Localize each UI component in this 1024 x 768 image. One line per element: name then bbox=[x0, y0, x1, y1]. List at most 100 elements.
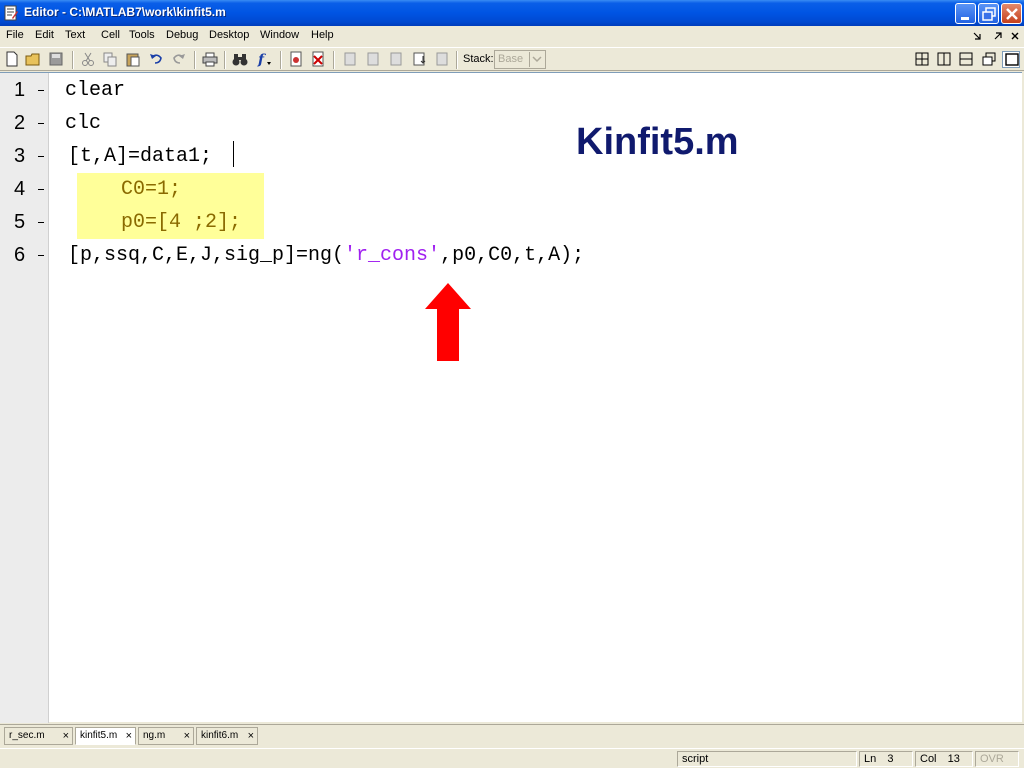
breakpoint-marker[interactable] bbox=[38, 90, 44, 91]
tab-kinfit5[interactable]: kinfit5.m × bbox=[75, 727, 136, 745]
line-number: 5 bbox=[14, 211, 26, 233]
menu-help[interactable]: Help bbox=[311, 29, 334, 41]
status-mode: script bbox=[677, 751, 857, 767]
menu-window[interactable]: Window bbox=[260, 29, 299, 41]
close-icon bbox=[1006, 8, 1018, 20]
breakpoint-marker[interactable] bbox=[38, 123, 44, 124]
copy-icon bbox=[103, 52, 117, 67]
status-column-value: 13 bbox=[947, 753, 960, 765]
status-line-label: Ln bbox=[864, 753, 877, 765]
paste-button[interactable] bbox=[124, 51, 142, 68]
menu-file[interactable]: File bbox=[6, 29, 24, 41]
step-in-button[interactable] bbox=[364, 51, 382, 68]
close-tab-icon[interactable]: × bbox=[63, 730, 69, 742]
status-mode-text: script bbox=[682, 753, 709, 765]
close-tab-icon[interactable]: × bbox=[248, 730, 254, 742]
breakpoint-marker[interactable] bbox=[38, 189, 44, 190]
tile-vertical-icon bbox=[937, 52, 951, 66]
close-document-icon[interactable] bbox=[1010, 31, 1020, 41]
line-number: 2 bbox=[14, 112, 26, 134]
step-in-icon bbox=[367, 52, 379, 66]
maximize-document-button[interactable] bbox=[1002, 51, 1020, 68]
close-tab-icon[interactable]: × bbox=[184, 730, 190, 742]
function-button[interactable]: f bbox=[255, 51, 273, 68]
status-column-label: Col bbox=[920, 753, 937, 765]
clear-breakpoints-button[interactable] bbox=[309, 51, 327, 68]
toolbar-separator bbox=[280, 51, 282, 69]
step-button[interactable] bbox=[341, 51, 359, 68]
copy-button[interactable] bbox=[101, 51, 119, 68]
text-caret bbox=[233, 141, 234, 167]
new-file-button[interactable] bbox=[3, 51, 21, 68]
printer-icon bbox=[202, 52, 218, 67]
save-button[interactable] bbox=[47, 51, 65, 68]
undo-button[interactable] bbox=[147, 51, 165, 68]
open-file-button[interactable] bbox=[24, 51, 42, 68]
code-line-5[interactable]: p0=[4 ;2]; bbox=[121, 211, 241, 234]
tile-grid-button[interactable] bbox=[913, 51, 931, 68]
set-breakpoint-button[interactable] bbox=[287, 51, 305, 68]
menu-cell[interactable]: Cell bbox=[101, 29, 120, 41]
stack-select-value: Base bbox=[498, 53, 524, 65]
exit-debug-icon bbox=[436, 52, 448, 66]
breakpoint-marker[interactable] bbox=[38, 255, 44, 256]
editor-pane[interactable]: 1 2 3 4 5 6 clear clc [t,A]=data1; C0=1;… bbox=[0, 72, 1022, 723]
cut-button[interactable] bbox=[79, 51, 97, 68]
line-number: 1 bbox=[14, 79, 26, 101]
code-line-6[interactable]: [p,ssq,C,E,J,sig_p]=ng('r_cons',p0,C0,t,… bbox=[68, 244, 584, 267]
code-line-4[interactable]: C0=1; bbox=[121, 178, 181, 201]
tab-label: kinfit5.m bbox=[80, 730, 118, 741]
status-overwrite: OVR bbox=[975, 751, 1019, 767]
title-bar: Editor - C:\MATLAB7\work\kinfit5.m bbox=[0, 0, 1024, 26]
status-ovr-text: OVR bbox=[980, 753, 1004, 765]
line-number-gutter: 1 2 3 4 5 6 bbox=[0, 73, 49, 723]
breakpoint-marker[interactable] bbox=[38, 156, 44, 157]
stack-label: Stack: bbox=[463, 53, 494, 65]
breakpoint-marker[interactable] bbox=[38, 222, 44, 223]
minimize-icon bbox=[961, 17, 969, 20]
step-out-button[interactable] bbox=[387, 51, 405, 68]
find-button[interactable] bbox=[231, 51, 249, 68]
code-line-6-call: [p,ssq,C,E,J,sig_p]=ng( bbox=[68, 244, 345, 267]
print-button[interactable] bbox=[201, 51, 219, 68]
dock-arrow-icon[interactable] bbox=[993, 31, 1003, 41]
toolbar-separator bbox=[72, 51, 74, 69]
status-line: Ln 3 bbox=[859, 751, 913, 767]
tab-kinfit6[interactable]: kinfit6.m × bbox=[196, 727, 258, 745]
toolbar-separator bbox=[194, 51, 196, 69]
save-disk-icon bbox=[49, 52, 63, 66]
menu-text[interactable]: Text bbox=[65, 29, 85, 41]
restore-button[interactable] bbox=[978, 3, 999, 24]
float-window-button[interactable] bbox=[980, 51, 998, 68]
redo-button[interactable] bbox=[170, 51, 188, 68]
step-icon bbox=[344, 52, 356, 66]
tab-r-sec[interactable]: r_sec.m × bbox=[4, 727, 73, 745]
tile-vertical-button[interactable] bbox=[935, 51, 953, 68]
tab-label: ng.m bbox=[143, 730, 166, 741]
menu-desktop[interactable]: Desktop bbox=[209, 29, 249, 41]
tab-label: r_sec.m bbox=[9, 730, 45, 741]
undock-arrow-icon[interactable] bbox=[972, 31, 982, 41]
code-line-2[interactable]: clc bbox=[65, 112, 101, 135]
open-folder-icon bbox=[25, 53, 40, 66]
code-line-1[interactable]: clear bbox=[65, 79, 125, 102]
window-title: Editor - C:\MATLAB7\work\kinfit5.m bbox=[24, 5, 226, 19]
tile-grid-icon bbox=[915, 52, 929, 66]
close-tab-icon[interactable]: × bbox=[126, 730, 132, 742]
exit-debug-button[interactable] bbox=[433, 51, 451, 68]
continue-button[interactable] bbox=[410, 51, 428, 68]
menu-debug[interactable]: Debug bbox=[166, 29, 198, 41]
restore-icon bbox=[982, 7, 996, 21]
step-out-icon bbox=[390, 52, 402, 66]
clear-breakpoints-icon bbox=[312, 51, 324, 67]
minimize-button[interactable] bbox=[955, 3, 976, 24]
undo-icon bbox=[150, 54, 162, 64]
code-line-3[interactable]: [t,A]=data1; bbox=[68, 145, 212, 168]
stack-select[interactable]: Base bbox=[494, 50, 546, 69]
tile-horizontal-button[interactable] bbox=[957, 51, 975, 68]
menu-tools[interactable]: Tools bbox=[129, 29, 155, 41]
binoculars-icon bbox=[232, 54, 248, 66]
close-button[interactable] bbox=[1001, 3, 1022, 24]
tab-ng[interactable]: ng.m × bbox=[138, 727, 194, 745]
menu-edit[interactable]: Edit bbox=[35, 29, 54, 41]
